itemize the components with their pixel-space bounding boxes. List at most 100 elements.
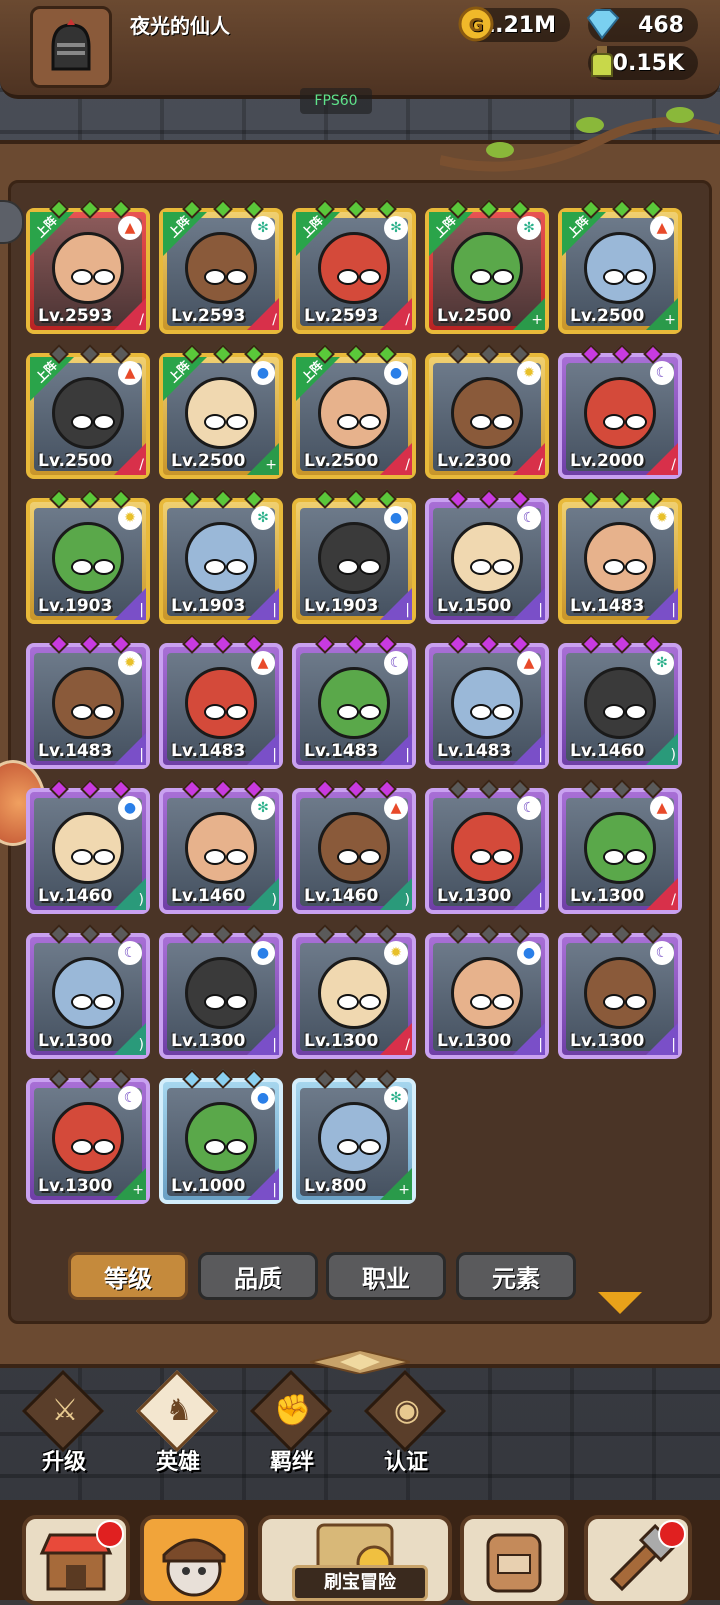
shop-notification-dot <box>96 1520 124 1548</box>
star-gem-icon <box>612 634 632 654</box>
hero-card[interactable]: 上阵 ✻ / Lv.2593 <box>292 199 416 334</box>
dark-element-icon: ☾ <box>517 796 541 820</box>
hero-card[interactable]: ●) Lv.1460 <box>26 779 150 914</box>
star-gem-icon <box>111 634 131 654</box>
hero-eye <box>204 269 226 285</box>
hero-card[interactable]: ▲ / Lv.1300 <box>558 779 682 914</box>
hero-eye <box>226 559 248 575</box>
filter-element-button[interactable]: 元素 <box>456 1252 576 1300</box>
light-element-icon: ✹ <box>650 506 674 530</box>
filter-quality-button[interactable]: 品质 <box>198 1252 318 1300</box>
hero-eye <box>603 849 625 865</box>
hero-star-rank <box>49 924 131 944</box>
hero-eye <box>71 414 93 430</box>
hero-card[interactable]: 上阵 ▲ / Lv.2593 <box>26 199 150 334</box>
star-gem-icon <box>643 199 663 219</box>
star-gem-icon <box>49 634 69 654</box>
hero-card[interactable]: ● | Lv.1903 <box>292 489 416 624</box>
hero-card[interactable]: ☾ | Lv.1300 <box>558 924 682 1059</box>
hero-card[interactable]: ✻ + Lv.800 <box>292 1069 416 1204</box>
hero-eye <box>337 704 359 720</box>
star-gem-icon <box>479 924 499 944</box>
subnav-certify[interactable]: ◉ 认证 <box>358 1369 458 1478</box>
hero-level: Lv.1000 <box>171 1176 246 1196</box>
filter-dropdown-arrow-icon[interactable] <box>598 1292 642 1314</box>
star-gem-icon <box>244 199 264 219</box>
hero-star-rank <box>315 344 397 364</box>
fire-element-icon: ▲ <box>650 796 674 820</box>
star-gem-icon <box>346 199 366 219</box>
hero-level: Lv.1300 <box>38 1031 113 1051</box>
star-gem-icon <box>182 634 202 654</box>
star-gem-icon <box>510 924 530 944</box>
hero-card[interactable]: ● | Lv.1300 <box>159 924 283 1059</box>
star-gem-icon <box>612 924 632 944</box>
star-gem-icon <box>612 199 632 219</box>
hero-card[interactable]: ☾ | Lv.1300 <box>425 779 549 914</box>
hero-card[interactable]: ✻) Lv.1460 <box>558 634 682 769</box>
hero-card[interactable]: ● | Lv.1000 <box>159 1069 283 1204</box>
hero-card[interactable]: ✹ | Lv.1483 <box>26 634 150 769</box>
hero-card[interactable]: ✹ / Lv.2300 <box>425 344 549 479</box>
hero-card[interactable]: ▲ | Lv.1483 <box>159 634 283 769</box>
hero-portrait <box>318 522 390 594</box>
backpack-button[interactable] <box>460 1515 568 1605</box>
subnav-bonds[interactable]: ✊ 羁绊 <box>244 1369 344 1478</box>
subnav-upgrade[interactable]: ⚔ 升级 <box>16 1369 116 1478</box>
adventure-label: 刷宝冒险 <box>292 1565 428 1601</box>
hero-card[interactable]: 上阵 ▲ / Lv.2500 <box>26 344 150 479</box>
hero-card[interactable]: 上阵 ● + Lv.2500 <box>159 344 283 479</box>
water-element-icon: ● <box>384 361 408 385</box>
hero-eye <box>359 704 381 720</box>
hero-star-rank <box>315 489 397 509</box>
water-element-icon: ● <box>517 941 541 965</box>
hero-level: Lv.1460 <box>304 886 379 906</box>
hero-level: Lv.1300 <box>171 1031 246 1051</box>
hero-card[interactable]: ✻ | Lv.1903 <box>159 489 283 624</box>
hero-card[interactable]: 上阵 ✻ / Lv.2593 <box>159 199 283 334</box>
hero-card[interactable]: ▲ | Lv.1483 <box>425 634 549 769</box>
heroes-tab-button[interactable] <box>140 1515 248 1605</box>
hero-card[interactable]: ▲) Lv.1460 <box>292 779 416 914</box>
filter-level-button[interactable]: 等级 <box>68 1252 188 1300</box>
hero-card[interactable]: ✹ | Lv.1903 <box>26 489 150 624</box>
hero-card[interactable]: 上阵 ● / Lv.2500 <box>292 344 416 479</box>
gold-counter[interactable]: G 1.21M <box>458 6 570 42</box>
hero-card[interactable]: ✹ / Lv.1300 <box>292 924 416 1059</box>
hero-card[interactable]: 上阵 ▲ + Lv.2500 <box>558 199 682 334</box>
star-gem-icon <box>377 634 397 654</box>
star-gem-icon <box>346 1069 366 1089</box>
hero-card[interactable]: ✻) Lv.1460 <box>159 779 283 914</box>
hero-portrait <box>318 667 390 739</box>
star-gem-icon <box>80 779 100 799</box>
hero-portrait <box>584 522 656 594</box>
hero-card[interactable]: 上阵 ✻ + Lv.2500 <box>425 199 549 334</box>
hero-card[interactable]: ☾ | Lv.1500 <box>425 489 549 624</box>
hero-eye <box>470 269 492 285</box>
potion-counter[interactable]: 10.15K <box>588 46 698 80</box>
hero-star-rank <box>448 344 530 364</box>
star-gem-icon <box>346 779 366 799</box>
fps-indicator: FPS60 <box>300 88 372 114</box>
star-gem-icon <box>182 779 202 799</box>
hero-level: Lv.1903 <box>304 596 379 616</box>
fire-element-icon: ▲ <box>650 216 674 240</box>
hero-eye <box>337 994 359 1010</box>
subnav-heroes[interactable]: ♞ 英雄 <box>130 1369 230 1478</box>
hero-card[interactable]: ☾ | Lv.1483 <box>292 634 416 769</box>
hero-eye <box>359 559 381 575</box>
gem-counter[interactable]: 468 <box>586 8 698 42</box>
hero-star-rank <box>448 634 530 654</box>
hero-level: Lv.2500 <box>304 451 379 471</box>
star-gem-icon <box>213 1069 233 1089</box>
star-gem-icon <box>643 344 663 364</box>
hero-card[interactable]: ☾ / Lv.2000 <box>558 344 682 479</box>
hero-card[interactable]: ☾ + Lv.1300 <box>26 1069 150 1204</box>
filter-class-button[interactable]: 职业 <box>326 1252 446 1300</box>
player-avatar[interactable] <box>30 6 112 88</box>
star-gem-icon <box>581 779 601 799</box>
hero-card[interactable]: ☾) Lv.1300 <box>26 924 150 1059</box>
hero-card[interactable]: ✹ | Lv.1483 <box>558 489 682 624</box>
light-element-icon: ✹ <box>517 361 541 385</box>
hero-card[interactable]: ● | Lv.1300 <box>425 924 549 1059</box>
